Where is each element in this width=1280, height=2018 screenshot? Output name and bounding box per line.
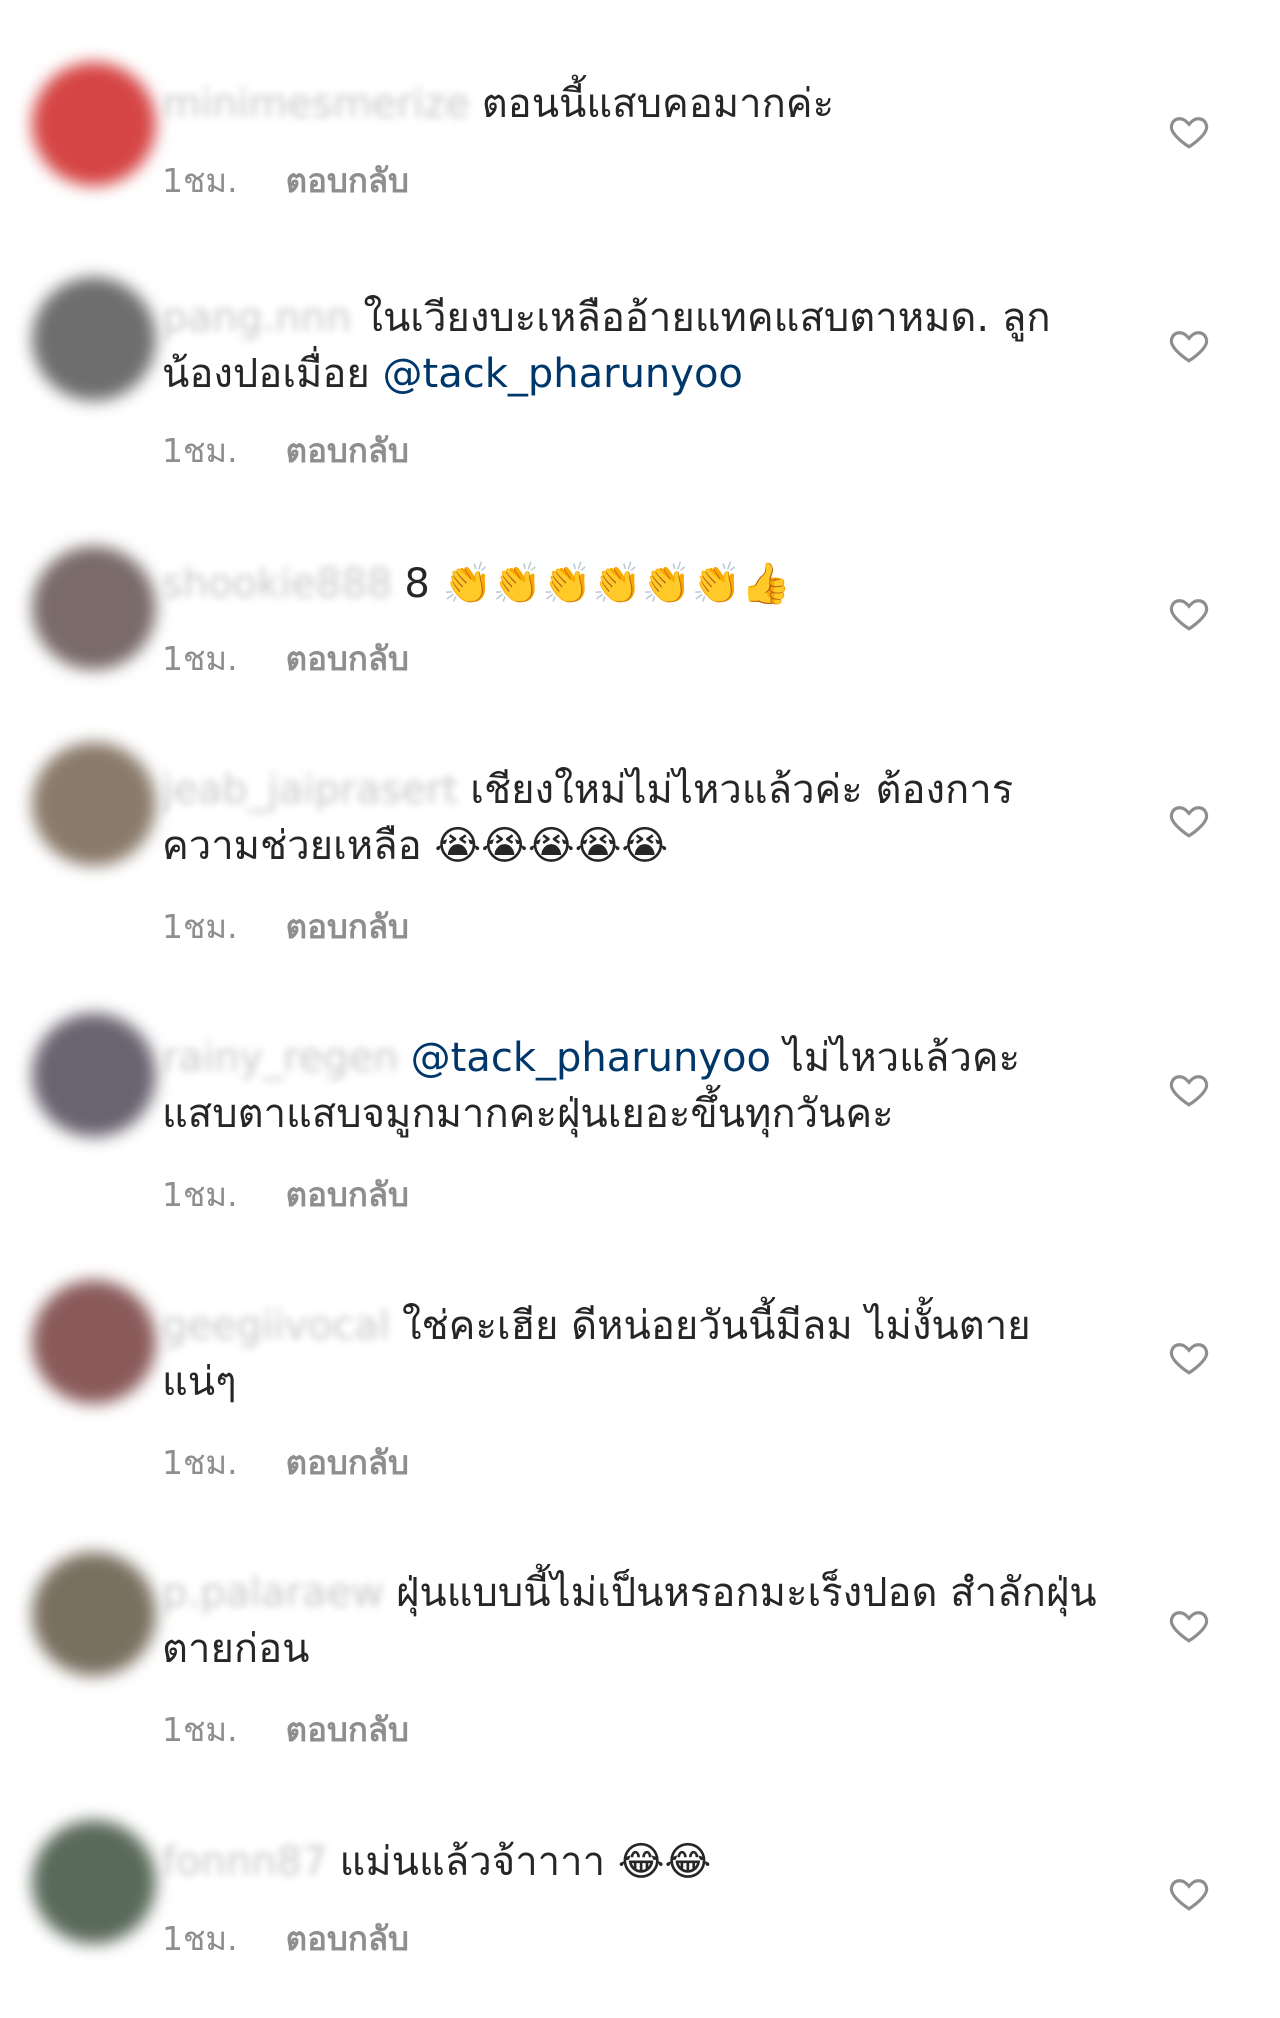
comment-body: jeab_jaiprasert เชียงใหม่ไม่ไหวแล้วค่ะ ต้…: [162, 762, 1097, 874]
reply-button[interactable]: ตอบกลับ: [286, 632, 409, 685]
mention-link[interactable]: @tack_pharunyoo: [383, 351, 743, 397]
heart-icon[interactable]: [1168, 1872, 1210, 1914]
timestamp[interactable]: 1ชม.: [162, 1912, 238, 1965]
comment-body: shookie888 8 👏👏👏👏👏👏👍: [162, 556, 1097, 612]
avatar[interactable]: [32, 742, 156, 866]
timestamp[interactable]: 1ชม.: [162, 1703, 238, 1756]
comment-meta: 1ชม. ตอบกลับ: [162, 1168, 409, 1221]
reply-button[interactable]: ตอบกลับ: [286, 900, 409, 953]
emoji-text: 😭😭😭😭😭: [434, 823, 669, 869]
avatar[interactable]: [32, 1013, 156, 1137]
comment-text: แม่นแล้วจ้าาาา: [339, 1839, 618, 1885]
heart-icon[interactable]: [1168, 110, 1210, 152]
comment-body: minimesmerize ตอนนี้แสบคอมากค่ะ: [162, 76, 1097, 132]
comment-meta: 1ชม. ตอบกลับ: [162, 900, 409, 953]
comment-text: 8: [404, 561, 443, 607]
heart-icon[interactable]: [1168, 1336, 1210, 1378]
reply-button[interactable]: ตอบกลับ: [286, 154, 409, 207]
username[interactable]: p.palaraew: [162, 1565, 384, 1621]
username[interactable]: fonnn87: [162, 1834, 328, 1890]
comment-body: pang.nnn ในเวียงบะเหลืออ้ายแทคแสบตาหมด. ล…: [162, 290, 1097, 402]
avatar[interactable]: [32, 1552, 156, 1676]
emoji-text: 👏👏👏👏👏👏👍: [442, 561, 792, 607]
timestamp[interactable]: 1ชม.: [162, 424, 238, 477]
comment-meta: 1ชม. ตอบกลับ: [162, 632, 409, 685]
username[interactable]: geegiivocal: [162, 1298, 390, 1354]
reply-button[interactable]: ตอบกลับ: [286, 1168, 409, 1221]
comment-list: minimesmerize ตอนนี้แสบคอมากค่ะ 1ชม. ตอบก…: [0, 0, 1280, 2018]
mention-link[interactable]: @tack_pharunyoo: [411, 1035, 771, 1081]
avatar[interactable]: [32, 62, 156, 186]
avatar[interactable]: [32, 277, 156, 401]
username[interactable]: pang.nnn: [162, 290, 351, 346]
username[interactable]: minimesmerize: [162, 76, 470, 132]
comment-body: geegiivocal ใช่คะเฮีย ดีหน่อยวันนี้มีลม ไ…: [162, 1298, 1097, 1410]
heart-icon[interactable]: [1168, 799, 1210, 841]
reply-button[interactable]: ตอบกลับ: [286, 1703, 409, 1756]
comment-body: p.palaraew ฝุ่นแบบนี้ไม่เป็นหรอกมะเร็งปอด…: [162, 1565, 1097, 1677]
comment-body: rainy_regen @tack_pharunyoo ไม่ไหวแล้วคะ …: [162, 1030, 1097, 1142]
reply-button[interactable]: ตอบกลับ: [286, 1436, 409, 1489]
username[interactable]: jeab_jaiprasert: [162, 762, 458, 818]
heart-icon[interactable]: [1168, 592, 1210, 634]
heart-icon[interactable]: [1168, 1604, 1210, 1646]
comment-text: ตอนนี้แสบคอมากค่ะ: [481, 81, 835, 127]
timestamp[interactable]: 1ชม.: [162, 154, 238, 207]
avatar[interactable]: [32, 546, 156, 670]
comment-meta: 1ชม. ตอบกลับ: [162, 1703, 409, 1756]
comment-meta: 1ชม. ตอบกลับ: [162, 1912, 409, 1965]
emoji-text: 😂😂: [617, 1839, 712, 1885]
comment-meta: 1ชม. ตอบกลับ: [162, 1436, 409, 1489]
avatar[interactable]: [32, 1280, 156, 1404]
username[interactable]: rainy_regen: [162, 1030, 399, 1086]
timestamp[interactable]: 1ชม.: [162, 632, 238, 685]
comment-meta: 1ชม. ตอบกลับ: [162, 154, 409, 207]
reply-button[interactable]: ตอบกลับ: [286, 424, 409, 477]
avatar[interactable]: [32, 1820, 156, 1944]
timestamp[interactable]: 1ชม.: [162, 900, 238, 953]
timestamp[interactable]: 1ชม.: [162, 1168, 238, 1221]
heart-icon[interactable]: [1168, 324, 1210, 366]
timestamp[interactable]: 1ชม.: [162, 1436, 238, 1489]
username[interactable]: shookie888: [162, 556, 392, 612]
reply-button[interactable]: ตอบกลับ: [286, 1912, 409, 1965]
heart-icon[interactable]: [1168, 1068, 1210, 1110]
comment-body: fonnn87 แม่นแล้วจ้าาาา 😂😂: [162, 1834, 1097, 1890]
comment-meta: 1ชม. ตอบกลับ: [162, 424, 409, 477]
